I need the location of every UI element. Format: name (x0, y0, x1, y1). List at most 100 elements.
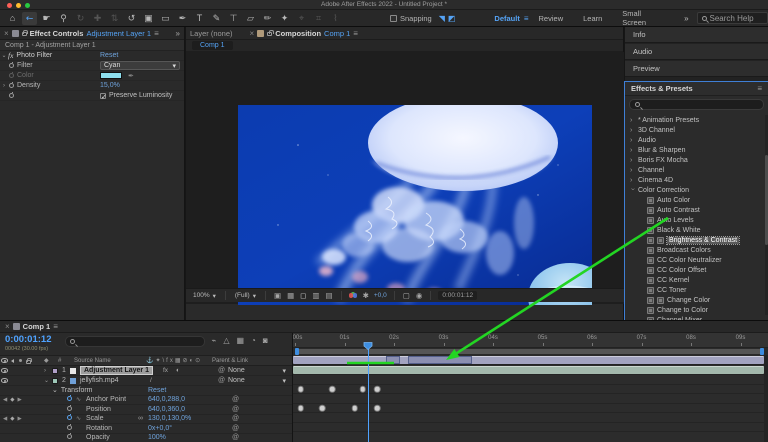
parent-dropdown[interactable]: None▾ (228, 367, 286, 375)
channel-icon[interactable] (349, 292, 358, 299)
pick-whip-icon[interactable]: @ (218, 377, 225, 384)
timeline-tab[interactable]: Comp 1 (23, 322, 51, 331)
pick-whip-icon[interactable]: @ (232, 425, 239, 432)
preset-label[interactable]: Broadcast Colors (657, 247, 711, 254)
parent-link-column[interactable]: Parent & Link (212, 358, 248, 364)
search-help-box[interactable]: Search Help (697, 12, 768, 24)
property-value[interactable]: 130,0,130,0% (148, 415, 191, 422)
layer-label-chip[interactable] (52, 378, 58, 384)
pick-whip-icon[interactable]: @ (232, 415, 239, 422)
preset-label[interactable]: * Animation Presets (638, 117, 699, 124)
stopwatch-icon[interactable] (9, 93, 14, 98)
expander-icon[interactable]: › (0, 83, 8, 89)
keyframe-dot[interactable] (353, 406, 358, 411)
draft-3d-icon[interactable]: △ (223, 336, 229, 345)
preset-label[interactable]: CC Toner (657, 287, 686, 294)
preset-label[interactable]: Cinema 4D (638, 177, 673, 184)
prev-keyframe-icon[interactable]: ◀ (3, 416, 7, 422)
preset-label[interactable]: 3D Channel (638, 127, 675, 134)
layer-switch-icon[interactable]: ◐ (176, 367, 180, 374)
effect-name[interactable]: Photo Filter (16, 52, 52, 59)
zoom-tool-icon[interactable]: ⚲ (56, 12, 71, 25)
preset-folder[interactable]: ›Audio (625, 135, 764, 145)
density-value[interactable]: 15,0% (100, 82, 120, 89)
preset-label[interactable]: Auto Color (657, 197, 690, 204)
keyframe-dot[interactable] (299, 387, 304, 392)
timeline-search-box[interactable] (65, 336, 205, 347)
keyframe-dot[interactable] (330, 387, 335, 392)
property-name[interactable]: Position (86, 406, 111, 413)
layer-name[interactable]: jellyfish.mp4 (80, 377, 119, 384)
snapping-checkbox[interactable] (390, 15, 397, 22)
motion-blur-icon[interactable]: ◙ (263, 336, 268, 345)
filter-dropdown[interactable]: Cyan▾ (100, 61, 180, 70)
hand-tool-icon[interactable]: ☛ (39, 12, 54, 25)
effects-presets-search[interactable] (629, 99, 764, 110)
caret-right-icon[interactable]: › (630, 157, 635, 164)
property-row-position[interactable]: Position 640,0,360,0 @ (0, 405, 292, 415)
rectangle-tool-icon[interactable]: ▭ (158, 12, 173, 25)
preset-label[interactable]: Brightness & Contrast (667, 237, 739, 244)
layer-label-chip[interactable] (52, 368, 58, 374)
source-name-column[interactable]: Source Name (74, 358, 111, 364)
workspace-overflow-chevron[interactable]: » (684, 14, 688, 23)
layer-duration-bar[interactable] (293, 366, 764, 374)
property-row-scale[interactable]: ◀◆▶∿Scale∞130,0,130,0%@ (0, 415, 292, 425)
preset-item[interactable]: Change Color (625, 295, 764, 305)
layer-row[interactable]: ⌄2jellyfish.mp4/@None▾ (0, 376, 292, 386)
work-area-start-handle[interactable] (295, 348, 299, 355)
preset-item[interactable]: CC Color Neutralizer (625, 255, 764, 265)
clone-stamp-tool-icon[interactable]: ⊤ (226, 12, 241, 25)
panel-tab-audio[interactable]: Audio (625, 44, 768, 60)
property-name[interactable]: Opacity (86, 434, 110, 441)
eraser-tool-icon[interactable]: ▱ (243, 12, 258, 25)
preset-label[interactable]: Auto Levels (657, 217, 694, 224)
add-keyframe-icon[interactable]: ◆ (10, 397, 14, 403)
audio-column-icon[interactable] (11, 359, 14, 363)
property-value[interactable]: 640,0,360,0 (148, 406, 185, 413)
preset-label[interactable]: Blur & Sharpen (638, 147, 685, 154)
preset-label[interactable]: Auto Contrast (657, 207, 700, 214)
preset-folder[interactable]: ›3D Channel (625, 125, 764, 135)
preserve-luminosity-checkbox[interactable] (100, 93, 106, 99)
panel-menu-icon[interactable]: ≡ (757, 84, 762, 93)
color-swatch[interactable] (100, 72, 122, 79)
preset-label[interactable]: Change Color (667, 297, 710, 304)
preview-timecode[interactable]: 0:00:01:12 (438, 291, 477, 300)
mini-flowchart-icon[interactable]: ⌁ (211, 336, 216, 345)
pen-tool-icon[interactable]: ✒ (175, 12, 190, 25)
preset-item[interactable]: CC Kernel (625, 275, 764, 285)
preset-label[interactable]: Channel (638, 167, 664, 174)
property-name[interactable]: Scale (86, 415, 104, 422)
resolution-dropdown[interactable]: (Full)▾ (233, 292, 258, 300)
caret-right-icon[interactable]: › (630, 167, 635, 174)
guides-icon[interactable]: ▥ (311, 291, 320, 300)
pick-whip-icon[interactable]: @ (232, 434, 239, 441)
snap-option-icons[interactable]: ◥◩ (439, 14, 459, 23)
frame-blending-icon[interactable]: ◔ (251, 336, 256, 345)
preset-item[interactable]: Auto Color (625, 195, 764, 205)
mask-visibility-icon[interactable]: ◻ (299, 291, 307, 300)
lock-icon[interactable] (22, 32, 27, 36)
effect-controls-target[interactable]: Adjustment Layer 1 (86, 29, 151, 38)
preset-label[interactable]: Boris FX Mocha (638, 157, 688, 164)
pan-behind-tool-icon[interactable]: ▣ (141, 12, 156, 25)
caret-right-icon[interactable]: › (630, 147, 635, 154)
parent-dropdown[interactable]: None▾ (228, 377, 286, 385)
tab-composition[interactable]: Composition (275, 29, 321, 38)
preset-label[interactable]: Audio (638, 137, 656, 144)
caret-down-icon[interactable]: › (629, 188, 636, 193)
preset-item[interactable]: CC Color Offset (625, 265, 764, 275)
reset-link[interactable]: Reset (100, 52, 118, 59)
lock-icon[interactable] (267, 32, 272, 36)
property-value[interactable]: 100% (148, 434, 166, 441)
keyframe-dot[interactable] (320, 406, 325, 411)
preset-label[interactable]: Black & White (657, 227, 701, 234)
layer-duration-bar[interactable] (293, 356, 764, 364)
close-panel-icon[interactable]: × (4, 29, 9, 38)
pick-whip-icon[interactable]: @ (232, 406, 239, 413)
keyframe-navigator[interactable]: ◀◆▶ (3, 416, 22, 422)
layer-visibility-icon[interactable] (1, 368, 8, 373)
preset-item[interactable]: Brightness & Contrast (625, 235, 764, 245)
link-dimensions-icon[interactable]: ∞ (138, 415, 143, 422)
